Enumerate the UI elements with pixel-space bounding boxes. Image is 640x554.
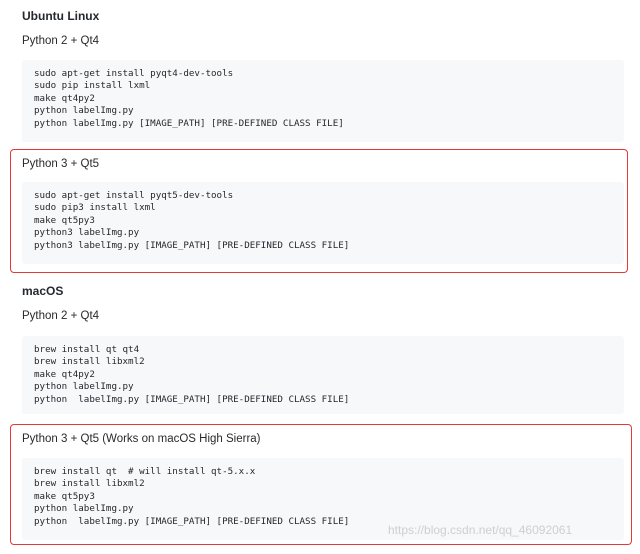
code-line: make qt5py3 — [34, 214, 95, 226]
section-title-macos: macOS — [22, 284, 64, 298]
code-line: brew install libxml2 — [34, 478, 145, 490]
code-block-macos-py2[interactable]: brew install qt qt4 brew install libxml2… — [22, 336, 624, 414]
code-line: python labelImg.py — [34, 105, 134, 117]
code-line: python3 labelImg.py — [34, 227, 140, 239]
code-line: python labelImg.py [IMAGE_PATH] [PRE-DEF… — [34, 393, 350, 405]
code-line: make qt4py2 — [34, 92, 95, 104]
code-line: brew install libxml2 — [34, 356, 145, 368]
code-line: sudo apt-get install pyqt5-dev-tools — [34, 190, 234, 201]
code-line: sudo apt-get install pyqt4-dev-tools — [34, 68, 234, 79]
code-line: python labelImg.py [IMAGE_PATH] [PRE-DEF… — [34, 117, 344, 129]
code-line: python labelImg.py — [34, 503, 134, 515]
code-line: sudo pip3 install lxml — [34, 202, 156, 214]
code-line: brew install qt qt4 — [34, 344, 140, 355]
section-title-ubuntu: Ubuntu Linux — [22, 9, 100, 23]
code-line: make qt5py3 — [34, 490, 95, 502]
code-line: make qt4py2 — [34, 368, 95, 380]
group-label-macos-py3: Python 3 + Qt5 (Works on macOS High Sier… — [22, 433, 261, 445]
watermark: https://blog.csdn.net/qq_46092061 — [388, 523, 573, 537]
code-block-ubuntu-py2[interactable]: sudo apt-get install pyqt4-dev-tools sud… — [22, 60, 624, 142]
code-line: sudo pip install lxml — [34, 80, 151, 92]
group-label-macos-py2: Python 2 + Qt4 — [22, 310, 100, 322]
code-line: python3 labelImg.py [IMAGE_PATH] [PRE-DE… — [34, 239, 350, 251]
group-label-ubuntu-py2: Python 2 + Qt4 — [22, 35, 100, 47]
group-label-ubuntu-py3: Python 3 + Qt5 — [22, 158, 100, 170]
code-line: brew install qt # will install qt-5.x.x — [34, 466, 256, 477]
code-line: python labelImg.py — [34, 381, 134, 393]
code-block-ubuntu-py3[interactable]: sudo apt-get install pyqt5-dev-tools sud… — [22, 182, 624, 264]
